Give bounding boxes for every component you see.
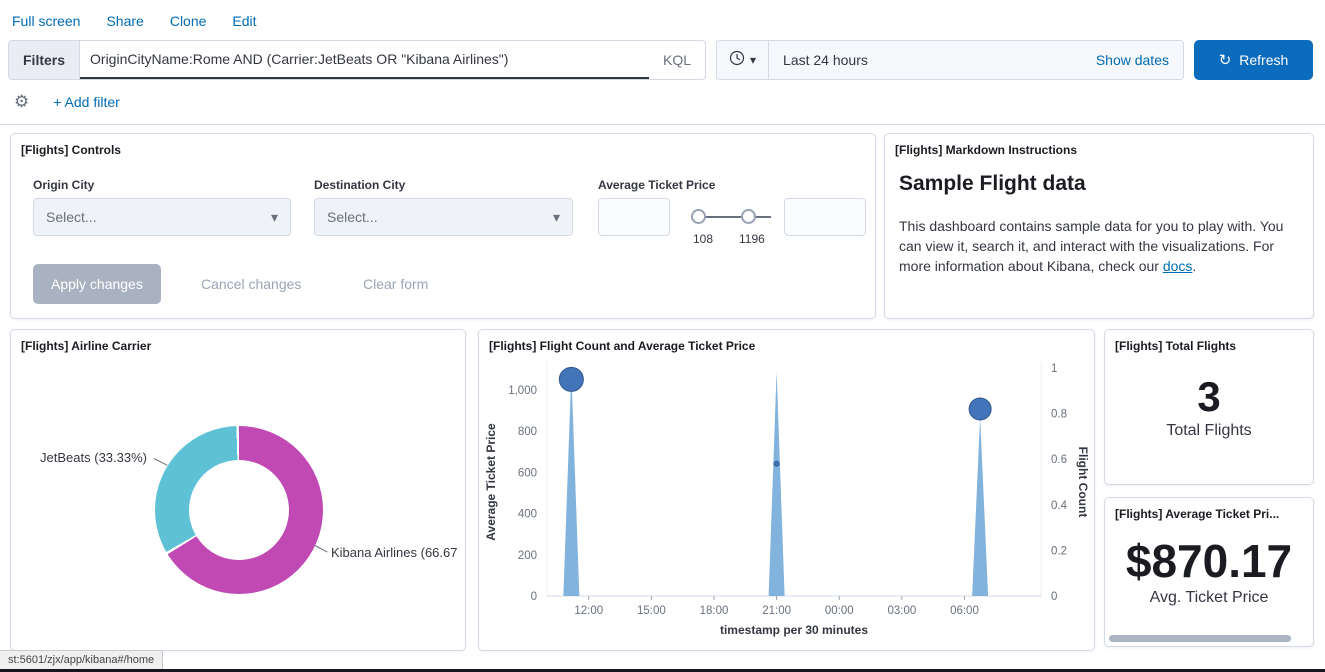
svg-text:03:00: 03:00 [887, 605, 916, 617]
dashboard-grid: [Flights] Controls Origin City Select...… [0, 125, 1325, 667]
svg-text:Flight Count: Flight Count [1076, 447, 1090, 518]
svg-text:200: 200 [518, 550, 537, 562]
refresh-button[interactable]: ↻ Refresh [1194, 40, 1313, 80]
panel-markdown-instructions: [Flights] Markdown Instructions Sample F… [884, 133, 1314, 319]
clear-form-button[interactable]: Clear form [363, 276, 428, 292]
price-min-input[interactable] [598, 198, 670, 236]
svg-text:0: 0 [1051, 591, 1057, 603]
query-input-wrap [80, 41, 649, 79]
horizontal-scrollbar[interactable] [1109, 635, 1291, 642]
svg-text:0: 0 [531, 591, 537, 603]
price-max-input[interactable] [784, 198, 866, 236]
carrier-donut-hole [189, 460, 289, 560]
refresh-icon: ↻ [1219, 51, 1232, 69]
origin-city-select[interactable]: Select... ▾ [33, 198, 291, 236]
avg-ticket-price-label: Average Ticket Price [598, 178, 715, 192]
destination-city-select[interactable]: Select... ▾ [314, 198, 573, 236]
svg-text:800: 800 [518, 426, 537, 438]
flights-chart-svg: 0 200 400 600 800 1,000 0 0.2 0.4 0.6 0.8 1 12:00 15:… [479, 354, 1094, 650]
query-input[interactable] [80, 51, 649, 67]
donut-label-jetbeats: JetBeats (33.33%) [40, 450, 147, 465]
svg-text:00:00: 00:00 [825, 605, 854, 617]
panel-title: [Flights] Airline Carrier [11, 330, 465, 353]
filters-button[interactable]: Filters [9, 41, 80, 79]
markdown-text-end: . [1192, 258, 1196, 274]
cancel-changes-button[interactable]: Cancel changes [201, 276, 301, 292]
panel-title: [Flights] Average Ticket Pri... [1105, 498, 1313, 521]
svg-text:1,000: 1,000 [508, 385, 537, 397]
panel-airline-carrier: [Flights] Airline Carrier JetBeats (33.3… [10, 329, 466, 651]
chevron-down-icon: ▾ [553, 209, 560, 226]
link-preview-status-bar: st:5601/zjx/app/kibana#/home [0, 650, 163, 669]
panel-title: [Flights] Markdown Instructions [885, 134, 1313, 157]
donut-label-kibana-airlines: Kibana Airlines (66.67 [331, 545, 457, 560]
panel-flights-controls: [Flights] Controls Origin City Select...… [10, 133, 876, 319]
dashboard-top-nav: Full screen Share Clone Edit [0, 0, 1325, 38]
panel-title: [Flights] Total Flights [1105, 330, 1313, 353]
chevron-down-icon: ▾ [271, 209, 278, 226]
svg-text:600: 600 [518, 467, 537, 479]
svg-text:18:00: 18:00 [700, 605, 729, 617]
clone-link[interactable]: Clone [170, 13, 207, 29]
origin-city-placeholder: Select... [46, 209, 97, 225]
svg-text:0.6: 0.6 [1051, 454, 1067, 466]
panel-title: [Flights] Flight Count and Average Ticke… [479, 330, 1094, 353]
svg-text:21:00: 21:00 [762, 605, 791, 617]
svg-text:12:00: 12:00 [574, 605, 603, 617]
svg-text:0.2: 0.2 [1051, 545, 1067, 557]
time-picker-quick-menu[interactable]: ▾ [717, 41, 769, 79]
svg-text:0.4: 0.4 [1051, 500, 1068, 512]
donut-callout-line [154, 458, 168, 466]
svg-text:Average Ticket Price: Average Ticket Price [484, 423, 498, 541]
svg-text:06:00: 06:00 [950, 605, 979, 617]
origin-city-label: Origin City [33, 178, 94, 192]
total-flights-value: 3 [1105, 374, 1313, 420]
apply-changes-button[interactable]: Apply changes [33, 264, 161, 304]
price-range-handle-min[interactable] [691, 209, 706, 224]
svg-text:1: 1 [1051, 363, 1057, 375]
price-range-handle-max[interactable] [741, 209, 756, 224]
avg-ticket-price-value: $870.17 [1105, 536, 1313, 587]
add-filter-link[interactable]: + Add filter [53, 94, 120, 110]
refresh-label: Refresh [1239, 52, 1288, 68]
svg-text:timestamp per 30 minutes: timestamp per 30 minutes [720, 623, 868, 637]
price-min-value: 108 [693, 232, 713, 246]
total-flights-label: Total Flights [1105, 422, 1313, 440]
edit-link[interactable]: Edit [232, 13, 256, 29]
time-picker: ▾ Last 24 hours Show dates [716, 40, 1184, 80]
panel-average-ticket-price: [Flights] Average Ticket Pri... $870.17 … [1104, 497, 1314, 647]
donut-callout-line [315, 545, 328, 552]
time-range-display[interactable]: Last 24 hours [769, 52, 1096, 68]
show-dates-link[interactable]: Show dates [1096, 52, 1183, 68]
markdown-body: This dashboard contains sample data for … [899, 216, 1299, 276]
gear-icon[interactable]: ⚙ [14, 92, 29, 112]
search-bar-container: Filters KQL [8, 40, 706, 80]
clock-icon [729, 50, 745, 71]
markdown-text: This dashboard contains sample data for … [899, 218, 1283, 274]
destination-city-placeholder: Select... [327, 209, 378, 225]
svg-text:0.8: 0.8 [1051, 409, 1067, 421]
full-screen-link[interactable]: Full screen [12, 13, 80, 29]
query-bar: Filters KQL ▾ Last 24 hours Show dates ↻… [8, 40, 1313, 80]
panel-total-flights: [Flights] Total Flights 3 Total Flights [1104, 329, 1314, 485]
kql-language-button[interactable]: KQL [649, 41, 705, 79]
svg-text:400: 400 [518, 509, 537, 521]
markdown-heading: Sample Flight data [899, 172, 1086, 196]
panel-title: [Flights] Controls [11, 134, 875, 157]
destination-city-label: Destination City [314, 178, 405, 192]
svg-text:15:00: 15:00 [637, 605, 666, 617]
price-max-value: 1196 [739, 232, 765, 246]
docs-link[interactable]: docs [1163, 258, 1193, 274]
avg-ticket-price-label: Avg. Ticket Price [1105, 589, 1313, 607]
panel-flight-count-avg-price: [Flights] Flight Count and Average Ticke… [478, 329, 1095, 651]
filter-row: ⚙ + Add filter [0, 80, 1325, 124]
share-link[interactable]: Share [106, 13, 143, 29]
chevron-down-icon: ▾ [750, 53, 756, 67]
